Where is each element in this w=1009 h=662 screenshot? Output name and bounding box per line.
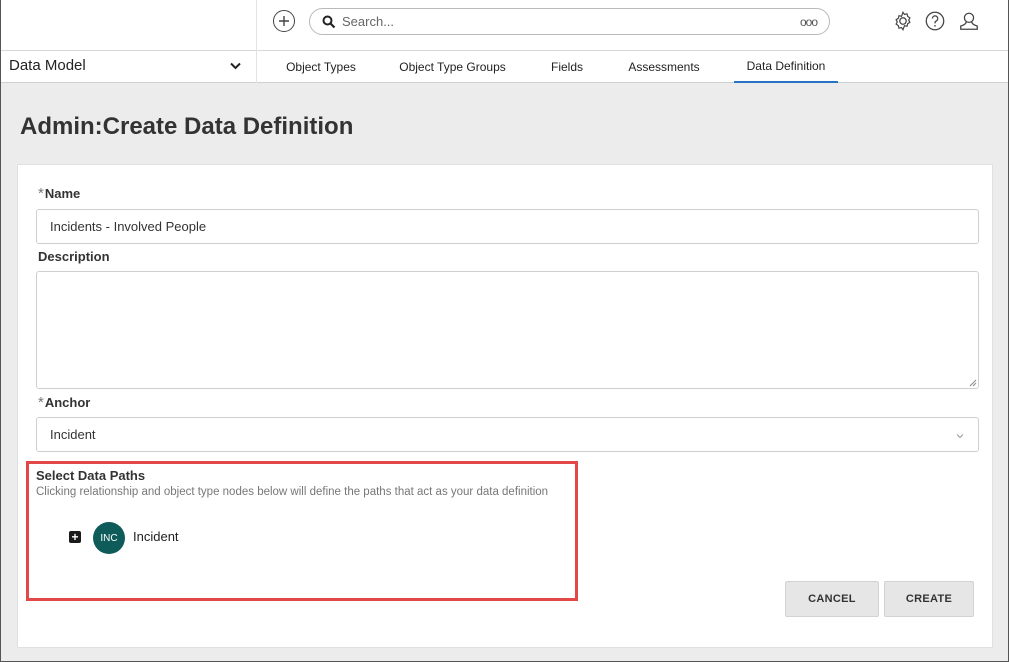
required-mark: * <box>38 185 44 202</box>
tab-object-type-groups[interactable]: Object Type Groups <box>389 51 516 83</box>
chevron-down-icon <box>230 62 241 70</box>
select-data-paths-description: Clicking relationship and object type no… <box>36 486 549 498</box>
description-label: Description <box>38 249 110 264</box>
user-icon[interactable] <box>958 10 980 32</box>
page-title: Admin:Create Data Definition <box>20 113 354 140</box>
tab-fields[interactable]: Fields <box>542 51 592 83</box>
required-mark: * <box>38 394 44 411</box>
top-bar: Search... ooo <box>1 0 1008 51</box>
nav-bar: Data Model Object Types Object Type Grou… <box>1 51 1008 83</box>
anchor-select[interactable]: Incident <box>36 417 979 452</box>
tab-object-types[interactable]: Object Types <box>277 51 365 83</box>
data-model-dropdown[interactable]: Data Model <box>1 51 257 83</box>
add-icon[interactable] <box>273 10 295 32</box>
cancel-button[interactable]: CANCEL <box>785 581 879 617</box>
description-textarea[interactable] <box>36 271 979 389</box>
name-label: *Name <box>38 185 81 202</box>
create-button[interactable]: CREATE <box>884 581 974 617</box>
search-input[interactable]: Search... ooo <box>309 8 830 35</box>
chevron-down-icon <box>956 434 964 439</box>
name-input[interactable]: Incidents - Involved People <box>36 209 979 244</box>
help-icon[interactable] <box>924 10 946 32</box>
expand-plus-icon[interactable]: + <box>69 531 81 543</box>
anchor-value: Incident <box>50 427 96 442</box>
brand-area <box>1 0 257 51</box>
search-icon <box>322 15 336 28</box>
search-placeholder: Search... <box>342 14 395 29</box>
app-window: Search... ooo Data Model Object Types Ob… <box>0 0 1009 662</box>
gear-icon[interactable] <box>892 10 914 32</box>
anchor-label: *Anchor <box>38 394 91 411</box>
select-data-paths-title: Select Data Paths <box>36 468 146 483</box>
incident-node-label[interactable]: Incident <box>133 529 179 544</box>
tab-assessments[interactable]: Assessments <box>619 51 709 83</box>
form-card: *Name Incidents - Involved People Descri… <box>17 164 993 648</box>
tab-data-definition[interactable]: Data Definition <box>734 51 838 83</box>
incident-node[interactable]: INC <box>93 522 125 554</box>
data-model-label: Data Model <box>9 57 86 74</box>
search-more-icon[interactable]: ooo <box>800 15 818 29</box>
resize-grip-icon[interactable] <box>969 379 977 387</box>
